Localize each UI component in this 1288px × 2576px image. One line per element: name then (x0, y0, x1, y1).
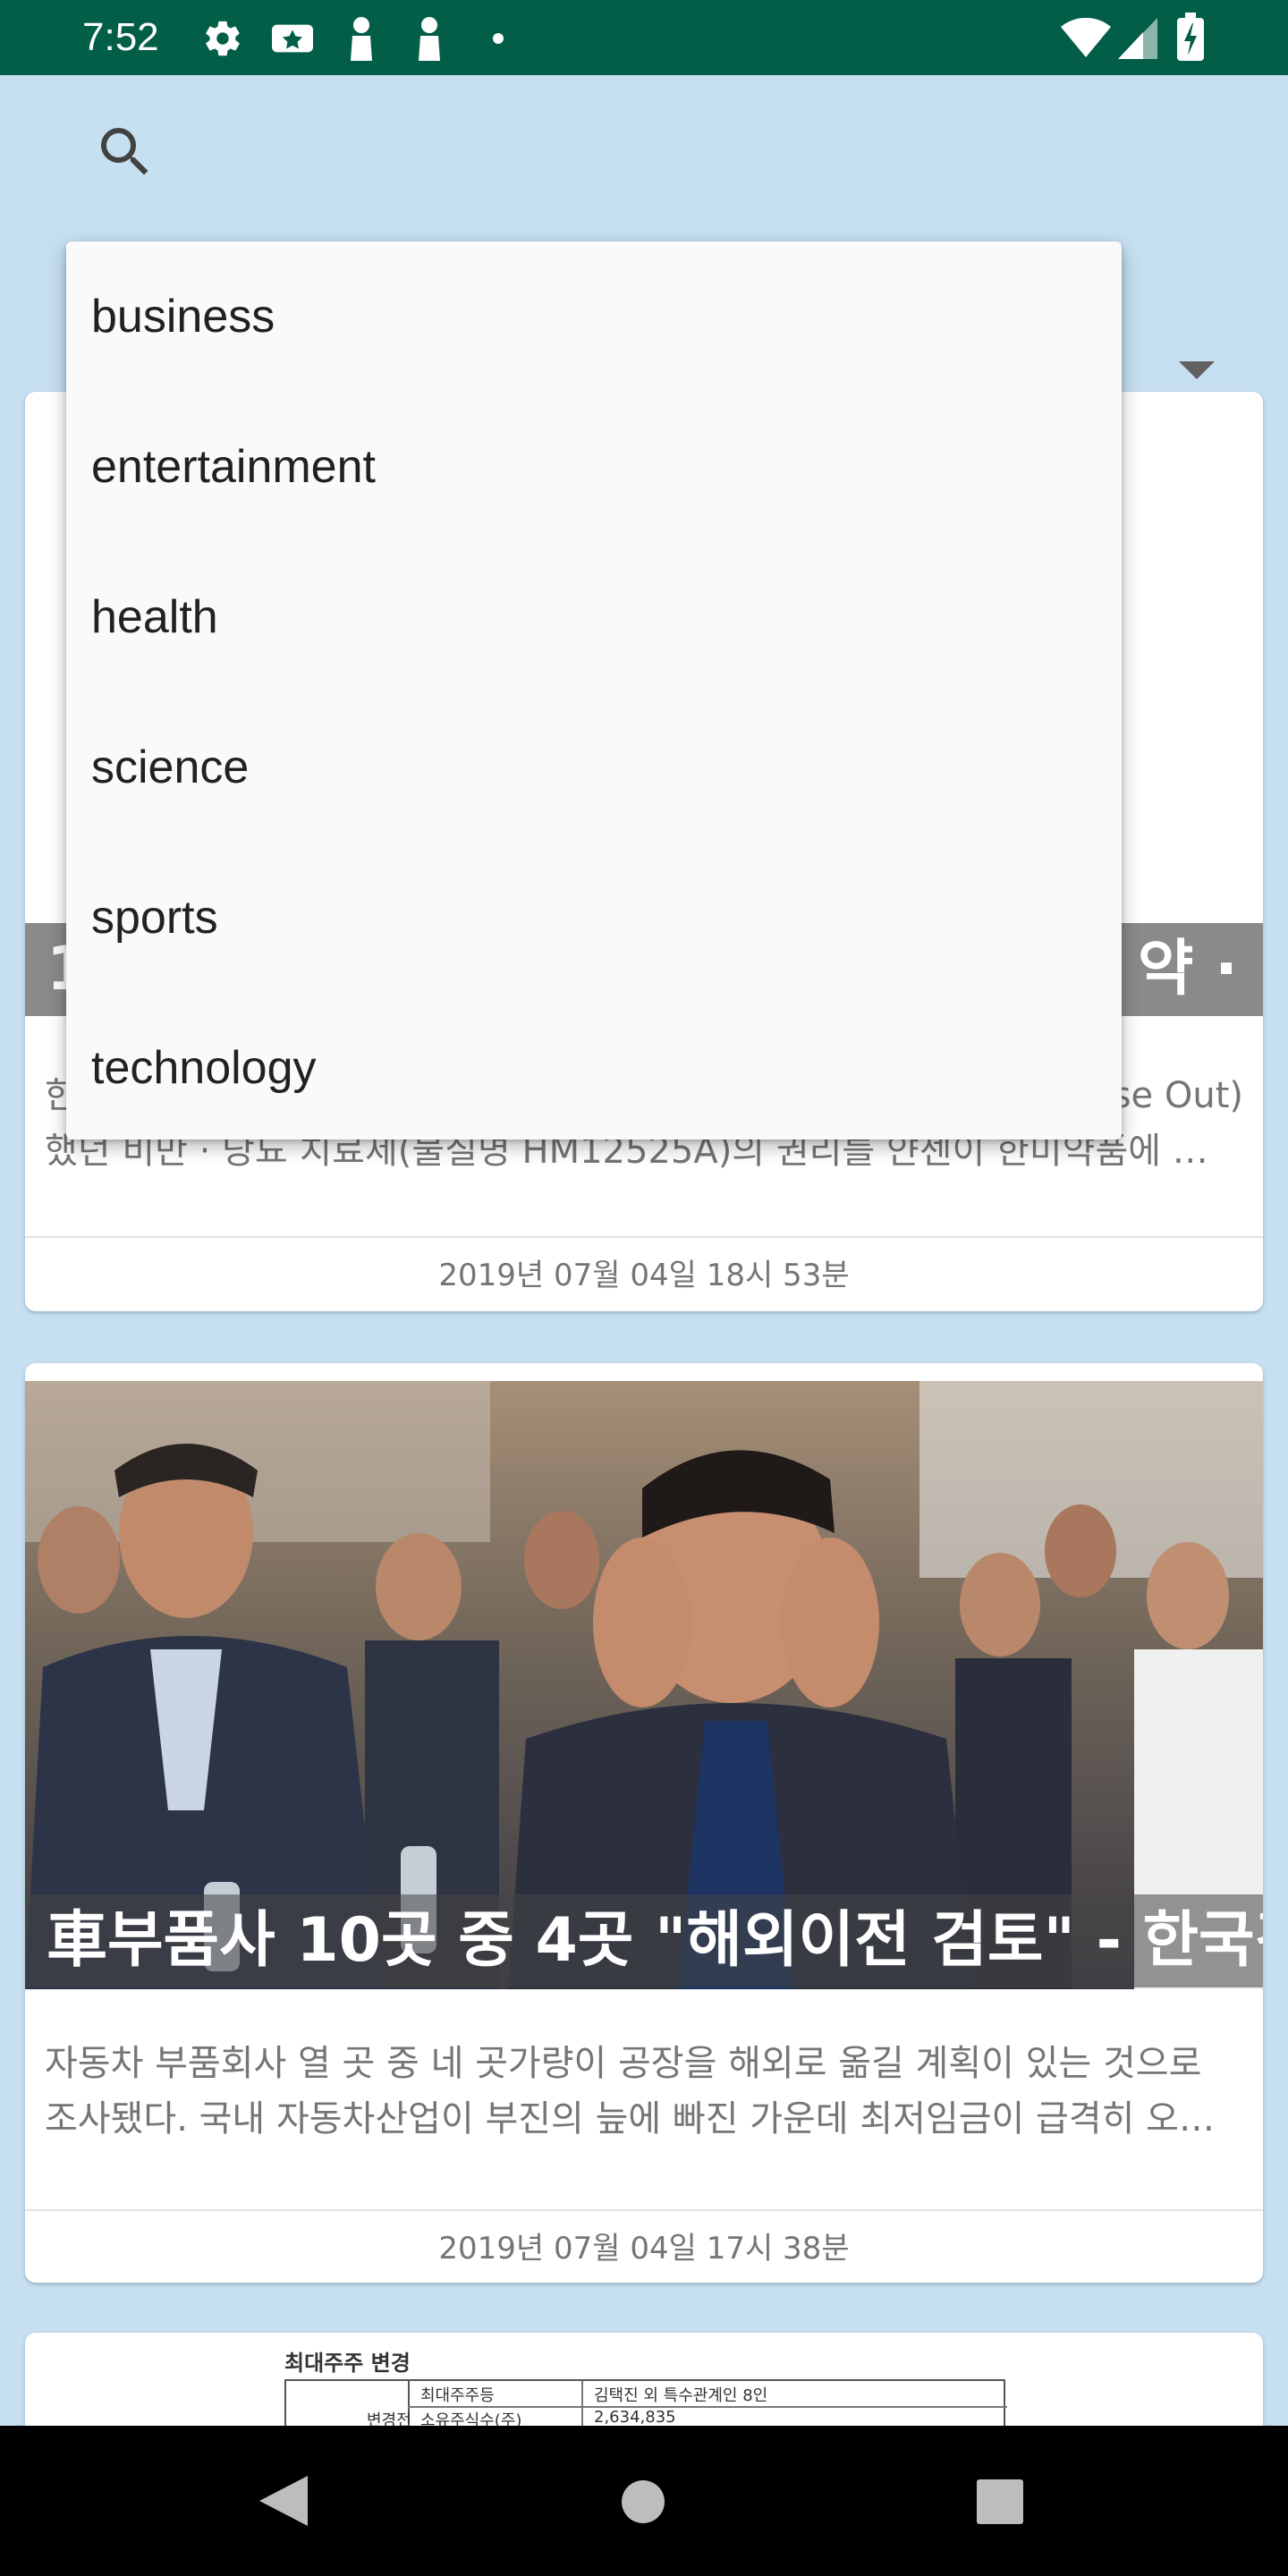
category-dropdown-menu: business entertainment health science sp… (66, 242, 1122, 1140)
dropdown-item-science[interactable]: science (66, 692, 1122, 843)
battery-icon (1177, 13, 1204, 61)
navigation-bar (0, 2426, 1288, 2576)
article-desc-line-1-right: se Out) (1112, 1075, 1243, 1116)
card-divider (25, 1236, 1263, 1238)
article-desc-line-2: 조사됐다. 국내 자동차산업이 부진의 늪에 빠진 가운데 최저임금이 급격히 … (45, 2098, 1215, 2140)
article-description: 자동차 부품회사 열 곳 중 네 곳가량이 공장을 해외로 옮길 계획이 있는 … (45, 2036, 1243, 2147)
dropdown-item-health[interactable]: health (66, 542, 1122, 692)
dropdown-item-entertainment[interactable]: entertainment (66, 392, 1122, 542)
recents-icon[interactable] (977, 2479, 1023, 2524)
status-time: 7:52 (82, 15, 159, 59)
article-title-right: 약 · (1137, 934, 1238, 1004)
image-text: 최대주주등 (420, 2386, 495, 2405)
search-icon[interactable] (93, 120, 157, 184)
card-divider (25, 2209, 1263, 2211)
status-bar: 7:52 (0, 0, 1288, 75)
dropdown-item-sports[interactable]: sports (66, 843, 1122, 993)
wifi-icon (1061, 18, 1111, 57)
gear-icon (206, 21, 240, 56)
back-icon[interactable] (259, 2476, 308, 2526)
person-icon (419, 17, 440, 61)
dropdown-item-technology[interactable]: technology (66, 993, 1122, 1143)
article-date: 2019년 07월 04일 18시 53분 (438, 1258, 850, 1293)
person-icon (351, 17, 372, 61)
article-title: 車부품사 10곳 중 4곳 "해외이전 검토" - 한국경 (25, 1894, 1263, 1987)
bug-icon (272, 24, 313, 53)
image-text: 2,634,835 (594, 2408, 676, 2427)
article-date: 2019년 07월 04일 17시 38분 (438, 2231, 850, 2267)
article-desc-line-1: 자동차 부품회사 열 곳 중 네 곳가량이 공장을 해외로 옮길 계획이 있는 … (45, 2043, 1202, 2084)
image-text: 김택진 외 특수관계인 8인 (594, 2386, 768, 2405)
signal-icon (1118, 18, 1157, 59)
dropdown-arrow-icon[interactable] (1179, 360, 1215, 381)
dot-icon (493, 33, 504, 44)
image-text: 최대주주 변경 (284, 2351, 411, 2376)
dropdown-item-business[interactable]: business (66, 242, 1122, 392)
home-icon[interactable] (621, 2479, 665, 2524)
article-card[interactable]: 車부품사 10곳 중 4곳 "해외이전 검토" - 한국경 자동차 부품회사 열… (25, 1363, 1263, 2283)
